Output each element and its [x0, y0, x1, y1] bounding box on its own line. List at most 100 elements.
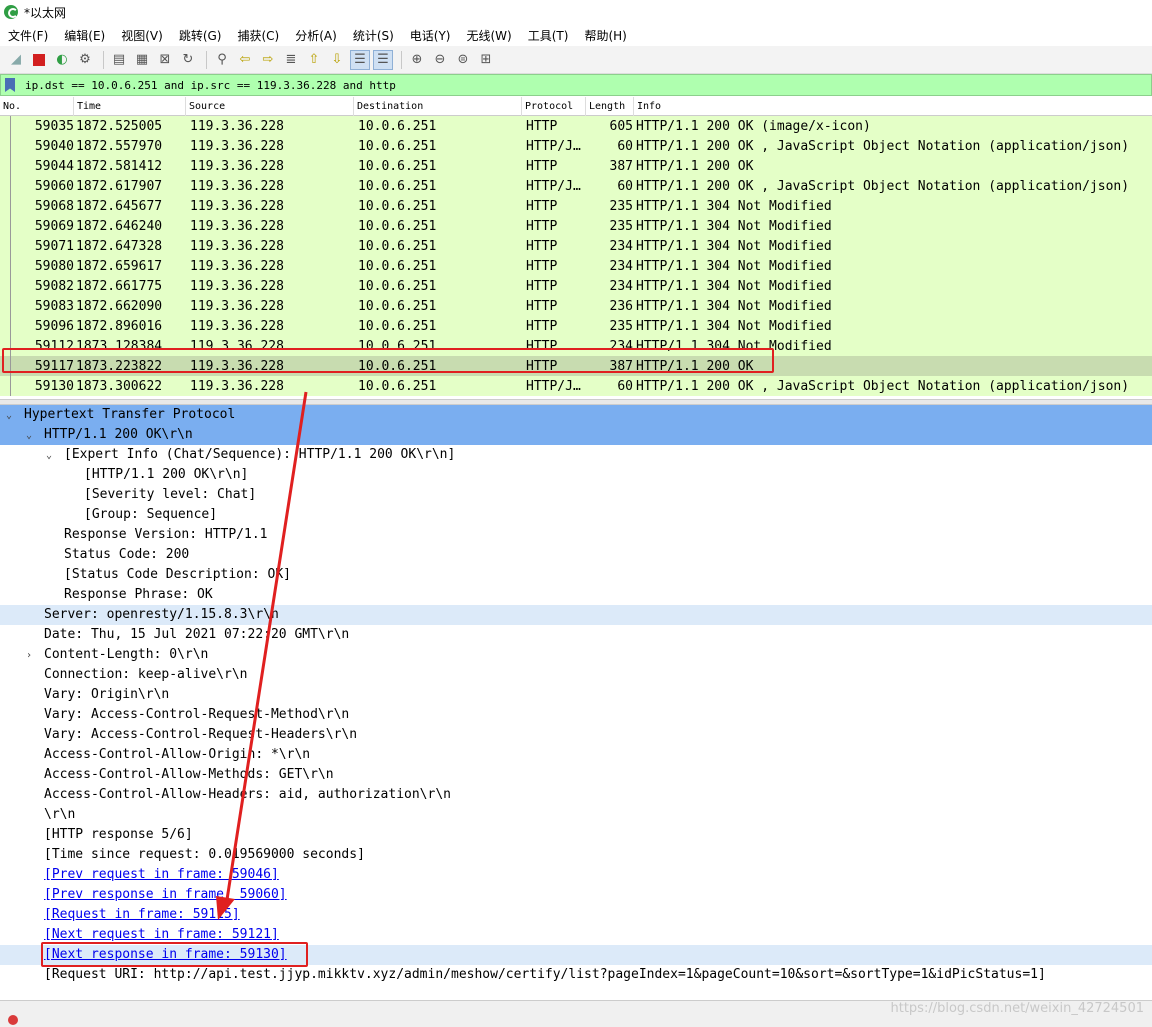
detail-line[interactable]: [HTTP response 5/6]	[0, 825, 1152, 845]
detail-line[interactable]: Access-Control-Allow-Methods: GET\r\n	[0, 765, 1152, 785]
detail-line[interactable]: [Status Code Description: OK]	[0, 565, 1152, 585]
packet-row[interactable]: 59040 1872.557970 119.3.36.228 10.0.6.251 HT…	[0, 136, 1152, 156]
packet-info: HTTP/1.1 304 Not Modified	[636, 258, 832, 274]
chevron-down-icon[interactable]: ⌄	[46, 446, 56, 466]
menu-file[interactable]: 文件(F)	[4, 27, 52, 44]
first-icon[interactable]: ⇧	[304, 50, 324, 70]
back-icon[interactable]: ⇦	[235, 50, 255, 70]
detail-line[interactable]: [Group: Sequence]	[0, 505, 1152, 525]
bookmark-icon[interactable]	[5, 78, 15, 92]
packet-row[interactable]: 59096 1872.896016 119.3.36.228 10.0.6.251 HT…	[0, 316, 1152, 336]
packet-row[interactable]: 59060 1872.617907 119.3.36.228 10.0.6.251 HT…	[0, 176, 1152, 196]
detail-link[interactable]: [Prev request in frame: 59046]	[0, 865, 1152, 885]
packet-row[interactable]: 59083 1872.662090 119.3.36.228 10.0.6.251 HT…	[0, 296, 1152, 316]
detail-line[interactable]: [Severity level: Chat]	[0, 485, 1152, 505]
capture-status-icon[interactable]	[8, 1015, 18, 1025]
zoom-out-icon[interactable]: ⊖	[430, 50, 450, 70]
packet-protocol: HTTP	[526, 198, 558, 214]
detail-line[interactable]: \r\n	[0, 805, 1152, 825]
zoom-in-icon[interactable]: ⊕	[407, 50, 427, 70]
colorize-icon[interactable]: ☰	[373, 49, 393, 70]
packet-row[interactable]: 59035 1872.525005 119.3.36.228 10.0.6.251 HT…	[0, 116, 1152, 136]
packet-row[interactable]: 59068 1872.645677 119.3.36.228 10.0.6.251 HT…	[0, 196, 1152, 216]
menu-help[interactable]: 帮助(H)	[580, 27, 630, 44]
detail-line[interactable]: Vary: Access-Control-Request-Method\r\n	[0, 705, 1152, 725]
shark-fin-icon[interactable]: ◢	[6, 50, 26, 70]
column-header-time[interactable]: Time	[74, 97, 186, 116]
detail-line[interactable]: [HTTP/1.1 200 OK\r\n]	[0, 465, 1152, 485]
menu-analyze[interactable]: 分析(A)	[291, 27, 341, 44]
detail-line[interactable]: Server: openresty/1.15.8.3\r\n	[0, 605, 1152, 625]
close-file-icon[interactable]: ⊠	[155, 50, 175, 70]
menu-wireless[interactable]: 无线(W)	[463, 27, 516, 44]
packet-destination: 10.0.6.251	[358, 258, 437, 274]
frame-link-text[interactable]: [Prev request in frame: 59046]	[44, 867, 279, 882]
packet-row[interactable]: 59071 1872.647328 119.3.36.228 10.0.6.251 HT…	[0, 236, 1152, 256]
packet-row[interactable]: 59069 1872.646240 119.3.36.228 10.0.6.251 HT…	[0, 216, 1152, 236]
detail-line[interactable]: ⌄ [Expert Info (Chat/Sequence): HTTP/1.1 …	[0, 445, 1152, 465]
column-header-source[interactable]: Source	[186, 97, 354, 116]
packet-row[interactable]: 59044 1872.581412 119.3.36.228 10.0.6.251 HT…	[0, 156, 1152, 176]
detail-line[interactable]: ⌄ Hypertext Transfer Protocol	[0, 405, 1152, 425]
detail-line[interactable]: [Request URI: http://api.test.jjyp.mikkt…	[0, 965, 1152, 985]
chevron-right-icon[interactable]: ›	[26, 646, 36, 666]
save-icon[interactable]: ▦	[132, 50, 152, 70]
display-filter-input[interactable]: ip.dst == 10.0.6.251 and ip.src == 119.3…	[25, 79, 396, 92]
packet-row[interactable]: 59082 1872.661775 119.3.36.228 10.0.6.251 HT…	[0, 276, 1152, 296]
detail-line[interactable]: Vary: Access-Control-Request-Headers\r\n	[0, 725, 1152, 745]
resize-columns-icon[interactable]: ⊞	[476, 50, 496, 70]
packet-info: HTTP/1.1 304 Not Modified	[636, 318, 832, 334]
open-icon[interactable]: ▤	[109, 50, 129, 70]
find-icon[interactable]: ⚲	[212, 50, 232, 70]
detail-line[interactable]: Date: Thu, 15 Jul 2021 07:22:20 GMT\r\n	[0, 625, 1152, 645]
chevron-down-icon[interactable]: ⌄	[26, 426, 36, 446]
last-icon[interactable]: ⇩	[327, 50, 347, 70]
forward-icon[interactable]: ⇨	[258, 50, 278, 70]
reload-icon[interactable]: ↻	[178, 50, 198, 70]
packet-row[interactable]: 59130 1873.300622 119.3.36.228 10.0.6.251 HT…	[0, 376, 1152, 396]
related-packet-marker	[10, 276, 11, 296]
column-header-protocol[interactable]: Protocol	[522, 97, 586, 116]
detail-line[interactable]: ⌄ HTTP/1.1 200 OK\r\n	[0, 425, 1152, 445]
menu-edit[interactable]: 编辑(E)	[60, 27, 109, 44]
autoscroll-icon[interactable]: ☰	[350, 49, 370, 70]
display-filter-bar[interactable]: ip.dst == 10.0.6.251 and ip.src == 119.3…	[0, 74, 1152, 96]
detail-line[interactable]: Vary: Origin\r\n	[0, 685, 1152, 705]
detail-link[interactable]: [Prev response in frame: 59060]	[0, 885, 1152, 905]
detail-line[interactable]: Access-Control-Allow-Headers: aid, autho…	[0, 785, 1152, 805]
options-icon[interactable]: ⚙	[75, 50, 95, 70]
detail-text: [Expert Info (Chat/Sequence): HTTP/1.1 2…	[64, 447, 456, 462]
packet-number: 59096	[34, 318, 74, 334]
detail-line[interactable]: Status Code: 200	[0, 545, 1152, 565]
frame-link-text[interactable]: [Request in frame: 59115]	[44, 907, 240, 922]
stop-icon[interactable]	[29, 50, 49, 70]
detail-line[interactable]: Response Phrase: OK	[0, 585, 1152, 605]
menu-statistics[interactable]: 统计(S)	[349, 27, 398, 44]
packet-row[interactable]: 59080 1872.659617 119.3.36.228 10.0.6.251 HT…	[0, 256, 1152, 276]
related-packet-marker	[10, 136, 11, 156]
detail-line[interactable]: [Time since request: 0.019569000 seconds…	[0, 845, 1152, 865]
menu-tools[interactable]: 工具(T)	[524, 27, 573, 44]
menu-capture[interactable]: 捕获(C)	[233, 27, 283, 44]
packet-number: 59035	[34, 118, 74, 134]
column-header-destination[interactable]: Destination	[354, 97, 522, 116]
detail-link[interactable]: [Request in frame: 59115]	[0, 905, 1152, 925]
detail-line[interactable]: Connection: keep-alive\r\n	[0, 665, 1152, 685]
column-header-info[interactable]: Info	[634, 97, 1152, 116]
menu-view[interactable]: 视图(V)	[117, 27, 167, 44]
chevron-down-icon[interactable]: ⌄	[6, 406, 16, 426]
detail-line[interactable]: › Content-Length: 0\r\n	[0, 645, 1152, 665]
column-header-no[interactable]: No.	[0, 97, 74, 116]
packet-protocol: HTTP/J…	[526, 138, 581, 154]
zoom-normal-icon[interactable]: ⊜	[453, 50, 473, 70]
detail-line[interactable]: Access-Control-Allow-Origin: *\r\n	[0, 745, 1152, 765]
column-header-length[interactable]: Length	[586, 97, 634, 116]
goto-icon[interactable]: ≣	[281, 50, 301, 70]
restart-icon[interactable]: ◐	[52, 50, 72, 70]
frame-link-text[interactable]: [Prev response in frame: 59060]	[44, 887, 287, 902]
packet-destination: 10.0.6.251	[358, 198, 437, 214]
menu-telephony[interactable]: 电话(Y)	[406, 27, 455, 44]
frame-link-text[interactable]: [Next request in frame: 59121]	[44, 927, 279, 942]
menu-go[interactable]: 跳转(G)	[175, 27, 226, 44]
detail-line[interactable]: Response Version: HTTP/1.1	[0, 525, 1152, 545]
